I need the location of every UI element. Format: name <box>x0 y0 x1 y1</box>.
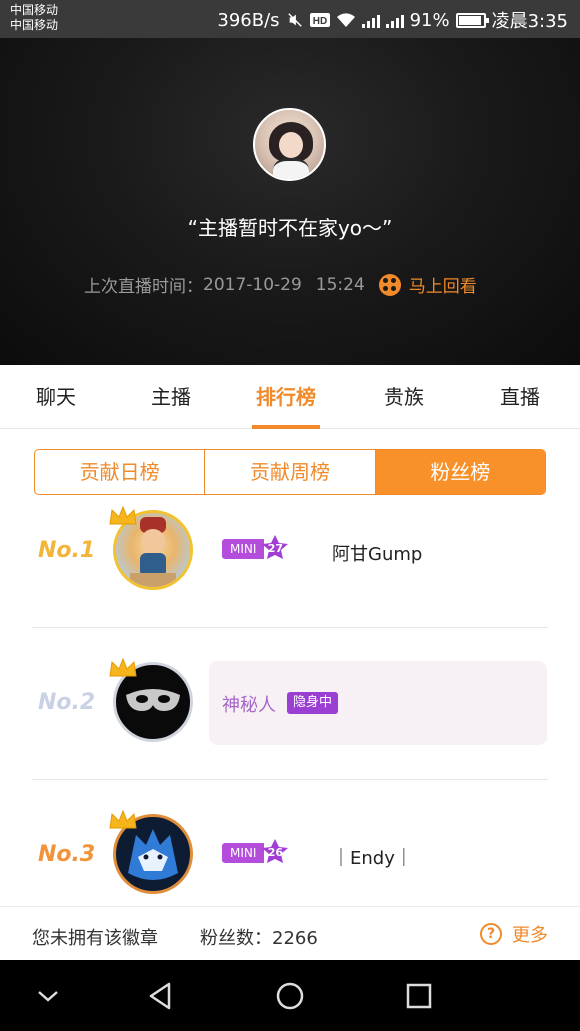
mystery-user-card: 神秘人 隐身中 <box>209 661 547 745</box>
status-indicators: 396B/s HD 91% 凌晨3:35 <box>217 7 568 33</box>
last-live-label: 上次直播时间： <box>84 277 203 297</box>
last-live-time: 15:24 <box>315 274 365 295</box>
replay-button[interactable]: 马上回看 <box>409 272 477 297</box>
system-navigation-bar <box>0 960 580 1031</box>
rank-label: No.1 <box>38 538 96 563</box>
host-avatar[interactable] <box>253 108 326 181</box>
username[interactable]: 阿甘Gump <box>332 540 422 566</box>
hd-icon: HD <box>309 13 330 27</box>
fans-count: 粉丝数：2266 <box>200 924 318 950</box>
divider <box>32 627 548 628</box>
clock: 凌晨3:35 <box>491 11 568 32</box>
tab-ranking[interactable]: 排行榜 <box>252 365 320 429</box>
carrier-info: 中国移动 中国移动 <box>10 3 58 33</box>
level-star-icon: 27 <box>260 534 290 564</box>
network-speed: 396B/s <box>217 9 280 31</box>
divider <box>32 779 548 780</box>
back-icon[interactable] <box>143 978 179 1014</box>
ranking-row[interactable]: No.2 神秘人 隐身中 <box>0 652 580 804</box>
main-tabs: 聊天 主播 排行榜 贵族 直播 <box>0 365 580 429</box>
collapse-down-icon[interactable] <box>30 978 66 1014</box>
fan-badge: MINI 26 <box>222 839 290 864</box>
tab-chat[interactable]: 聊天 <box>36 365 76 429</box>
level-star-icon: 26 <box>260 838 290 868</box>
fan-level: 27 <box>267 542 284 555</box>
fan-badge-name: MINI <box>222 843 265 863</box>
carrier-2: 中国移动 <box>10 18 59 32</box>
help-icon[interactable]: ? <box>480 923 502 945</box>
segment-weekly-contribution[interactable]: 贡献周榜 <box>205 450 376 494</box>
home-icon[interactable] <box>272 978 308 1014</box>
crown-icon <box>109 505 137 525</box>
rank-label: No.3 <box>38 842 96 867</box>
rank-label: No.2 <box>38 690 96 715</box>
more-label[interactable]: 更多 <box>512 921 548 947</box>
replay-icon[interactable] <box>378 273 401 296</box>
2g-signal-icon <box>385 12 404 28</box>
mute-icon <box>287 13 302 27</box>
battery-percent: 91% <box>409 9 450 31</box>
segment-fans[interactable]: 粉丝榜 <box>375 450 545 494</box>
fan-badge: MINI 27 <box>222 535 290 560</box>
offline-message: “主播暂时不在家yo～” <box>187 216 393 240</box>
badge-status: 您未拥有该徽章 <box>32 928 158 949</box>
battery-icon <box>455 12 489 28</box>
status-bar: 中国移动 中国移动 396B/s HD 91% 凌晨3:35 <box>0 0 580 38</box>
fans-label: 粉丝数： <box>200 928 272 949</box>
fans-number: 2266 <box>272 928 318 949</box>
segment-daily-contribution[interactable]: 贡献日榜 <box>35 450 206 494</box>
ranking-row[interactable]: No.1 MINI 27 阿甘Gump <box>0 500 580 652</box>
wifi-icon <box>336 13 355 27</box>
tab-live[interactable]: 直播 <box>500 365 540 429</box>
last-live-date: 2017-10-29 <box>203 274 302 295</box>
username[interactable]: ｜Endy｜ <box>332 844 413 870</box>
stealth-badge: 隐身中 <box>287 692 339 714</box>
crown-icon <box>109 809 137 829</box>
crown-icon <box>109 657 137 677</box>
tab-nobility[interactable]: 贵族 <box>384 365 424 429</box>
host-offline-banner: “主播暂时不在家yo～” 上次直播时间： 2017-10-29 15:24 马上… <box>0 38 580 365</box>
last-live-info: 上次直播时间： 2017-10-29 15:24 马上回看 <box>84 272 477 297</box>
mystery-username: 神秘人 <box>222 695 276 716</box>
4g-signal-icon <box>361 12 380 28</box>
fan-level: 26 <box>267 846 284 859</box>
tab-host[interactable]: 主播 <box>151 365 191 429</box>
more-button[interactable]: ? 更多 <box>480 921 548 947</box>
svg-text:HD: HD <box>312 16 326 27</box>
recents-icon[interactable] <box>401 978 437 1014</box>
fan-badge-name: MINI <box>222 539 265 559</box>
fans-footer: 您未拥有该徽章 粉丝数：2266 ? 更多 <box>0 906 580 960</box>
carrier-1: 中国移动 <box>10 3 59 17</box>
ranking-segmented-control: 贡献日榜 贡献周榜 粉丝榜 <box>34 449 546 495</box>
